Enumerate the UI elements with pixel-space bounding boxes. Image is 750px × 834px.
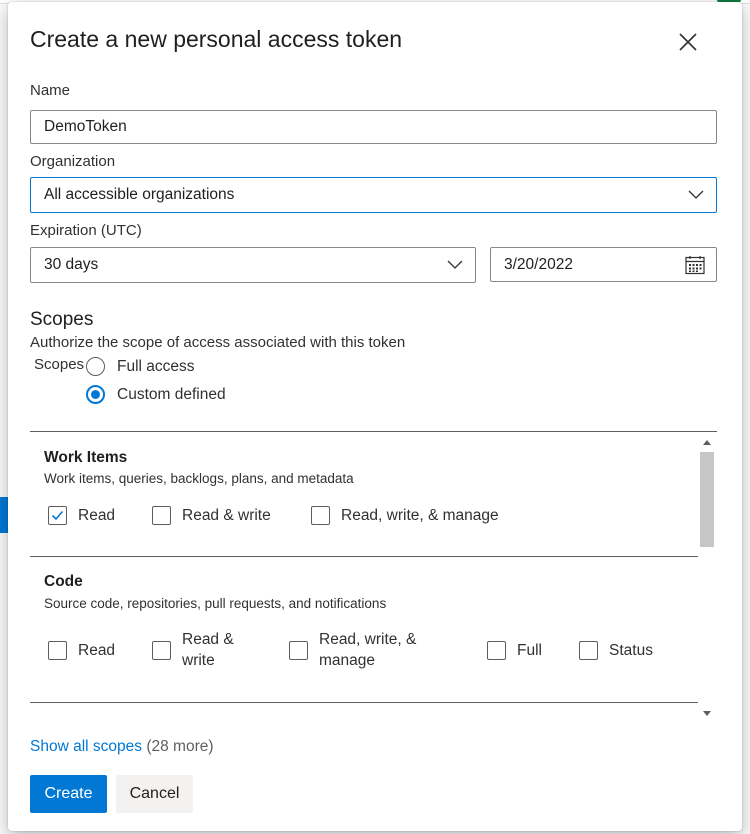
name-label: Name	[30, 82, 71, 99]
radio-custom-defined-label: Custom defined	[117, 385, 226, 403]
scroll-down-arrow-icon[interactable]	[703, 711, 711, 716]
checkbox-code-status[interactable]: Status	[579, 640, 653, 661]
name-input[interactable]: DemoToken	[30, 110, 717, 144]
chevron-down-icon	[447, 260, 463, 269]
checkbox-label: Read & write	[182, 631, 234, 669]
close-button[interactable]	[674, 28, 702, 56]
scope-list[interactable]: Work Items Work items, queries, backlogs…	[30, 431, 717, 720]
create-button[interactable]: Create	[30, 775, 107, 813]
scrollbar-thumb[interactable]	[700, 452, 714, 547]
checkbox[interactable]	[152, 640, 171, 660]
radio-full-access-label: Full access	[117, 357, 195, 375]
radio-full-access[interactable]: Full access	[86, 357, 195, 376]
scope-group-description: Work items, queries, backlogs, plans, an…	[44, 471, 354, 486]
checkbox-label: Status	[609, 642, 653, 659]
scroll-up-arrow-icon[interactable]	[703, 440, 711, 445]
checkbox[interactable]	[48, 641, 67, 660]
scope-group-title: Code	[44, 573, 83, 590]
checkbox[interactable]	[579, 641, 598, 660]
more-scopes-count: (28 more)	[146, 738, 214, 755]
checkbox[interactable]	[289, 640, 308, 660]
organization-dropdown-value: All accessible organizations	[44, 186, 235, 203]
checkbox-work-items-read-write[interactable]: Read & write	[152, 505, 271, 526]
scopes-description: Authorize the scope of access associated…	[30, 334, 406, 351]
scope-group-code: Code Source code, repositories, pull req…	[30, 557, 698, 701]
checkbox-code-full[interactable]: Full	[487, 640, 542, 661]
expiration-dropdown-value: 30 days	[44, 256, 99, 273]
checkbox-code-read-write-manage[interactable]: Read, write, & manage	[289, 629, 419, 671]
checkbox-label: Read	[78, 507, 116, 524]
create-token-dialog: Create a new personal access token Name …	[8, 2, 742, 831]
cancel-button[interactable]: Cancel	[116, 775, 193, 813]
scope-divider	[30, 702, 698, 703]
name-input-value: DemoToken	[44, 118, 127, 135]
radio-custom-defined[interactable]: Custom defined	[86, 385, 226, 404]
calendar-icon[interactable]	[685, 255, 705, 274]
close-icon	[679, 33, 697, 51]
radio-button-selected[interactable]	[86, 385, 105, 404]
dialog-title: Create a new personal access token	[30, 26, 403, 52]
checkbox[interactable]	[311, 506, 330, 525]
checkbox-label: Read, write, & manage	[341, 507, 499, 524]
scope-group-work-items: Work Items Work items, queries, backlogs…	[30, 432, 698, 556]
checkbox-label: Read & write	[182, 507, 271, 524]
checkbox-label: Full	[517, 642, 542, 659]
expiration-date-picker[interactable]: 3/20/2022	[490, 247, 717, 282]
checkmark-icon	[51, 510, 64, 521]
checkbox[interactable]	[48, 506, 67, 525]
checkbox-code-read-write[interactable]: Read & write	[152, 629, 252, 671]
organization-label: Organization	[30, 153, 116, 170]
chevron-down-icon	[688, 190, 704, 199]
expiration-date-value: 3/20/2022	[504, 255, 573, 273]
checkbox-label: Read	[78, 642, 116, 659]
expiration-dropdown[interactable]: 30 days	[30, 247, 476, 283]
scope-group-title: Work Items	[44, 449, 128, 466]
radio-button[interactable]	[86, 357, 105, 376]
scope-group-description: Source code, repositories, pull requests…	[44, 596, 387, 611]
organization-dropdown[interactable]: All accessible organizations	[30, 177, 717, 213]
scopes-field-label: Scopes	[34, 356, 85, 373]
checkbox-work-items-read-write-manage[interactable]: Read, write, & manage	[311, 505, 499, 526]
show-all-scopes: Show all scopes (28 more)	[30, 738, 214, 756]
checkbox[interactable]	[487, 641, 506, 660]
checkbox[interactable]	[152, 506, 171, 525]
checkbox-code-read[interactable]: Read	[48, 640, 115, 661]
checkbox-label: Read, write, & manage	[319, 631, 417, 669]
expiration-label: Expiration (UTC)	[30, 222, 142, 239]
background-accent-bar	[0, 497, 8, 533]
show-all-scopes-link[interactable]: Show all scopes	[30, 738, 142, 755]
scope-list-scrollbar[interactable]	[698, 432, 717, 720]
checkbox-work-items-read[interactable]: Read	[48, 505, 115, 526]
scopes-heading: Scopes	[30, 309, 94, 330]
